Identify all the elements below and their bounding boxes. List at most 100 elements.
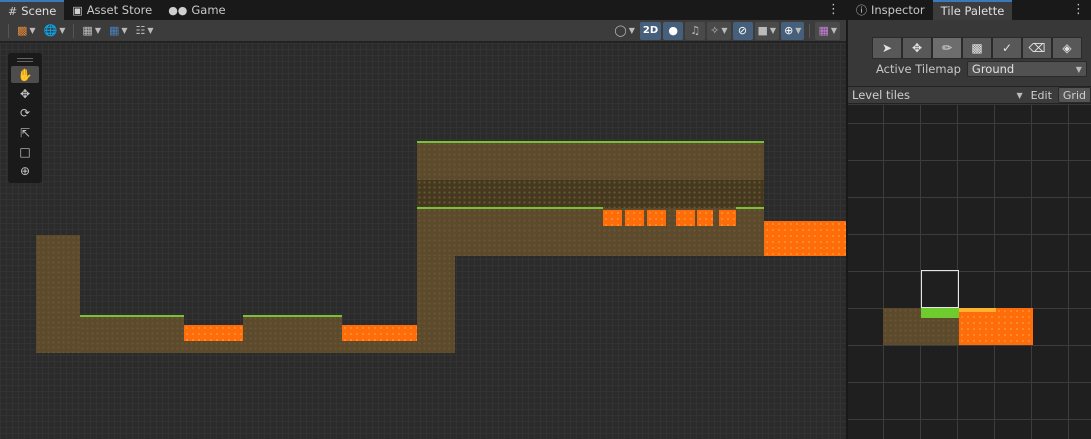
chevron-down-icon: ▼ [795,26,802,35]
increment-snap-dropdown[interactable]: ☷ ▼ [133,22,157,40]
grass-edge [736,207,764,209]
edit-button[interactable]: Edit [1027,87,1056,103]
palette-name[interactable]: Level tiles [852,88,910,102]
tab-tile-palette[interactable]: Tile Palette [932,0,1013,20]
brush-icon: ✏ [941,41,953,55]
lighting-toggle[interactable]: ● [663,21,684,40]
select-tool-button[interactable]: ➤ [872,37,902,59]
hand-icon: ✋ [17,67,33,82]
ground-tile-block [36,235,80,353]
mode-2d-button[interactable]: 2D [639,21,662,40]
palette-tile-dirt[interactable] [883,308,921,345]
grass-edge [243,315,342,317]
arrow-icon: ➤ [881,41,893,55]
rotate-tool-button[interactable]: ⟳ [11,105,39,122]
gizmos-dropdown[interactable]: ⊕ ▼ [781,21,805,40]
draw-mode-dropdown[interactable]: ▩ ▼ [14,22,39,40]
grid-visibility-dropdown[interactable]: ▦ ▼ [106,22,131,40]
chevron-down-icon: ▼ [29,26,36,35]
scene-tools-overlay: ✋ ✥ ⟳ ⇱ □ ⊕ [8,53,42,183]
effects-icon: ✧ [710,24,720,37]
grass-edge [80,315,184,317]
gamepad-icon: ●● [168,3,188,17]
palette-more-menu-icon[interactable]: ⋮ [1072,2,1085,17]
grid-snap-dropdown[interactable]: ▦ ▼ [79,22,104,40]
bucket-icon: ◈ [1062,41,1072,55]
draw-mode-icon: ▩ [17,24,28,37]
background-tile-block [417,180,764,208]
scene-viewport[interactable]: ✋ ✥ ⟳ ⇱ □ ⊕ [0,43,846,439]
chevron-down-icon: ▼ [769,26,777,35]
ground-tile-block [417,142,764,180]
ground-tile-block [243,316,342,353]
grid-button[interactable]: Grid [1057,87,1091,103]
transform-tool-button[interactable]: ⊕ [11,163,39,180]
grid-snap-icon: ▦ [82,24,93,37]
move-tool-button[interactable]: ✥ [11,85,39,102]
scale-tool-button[interactable]: ⇱ [11,124,39,141]
scene-visibility-dropdown[interactable]: ▦ ▼ [815,21,840,40]
active-tilemap-row: Active Tilemap Ground ▼ [876,61,1087,77]
active-tilemap-dropdown[interactable]: Ground ▼ [966,61,1087,77]
rect-icon: □ [19,144,31,159]
chevron-down-icon: ▼ [1075,64,1082,74]
ground-tile-block [417,256,455,353]
tab-scene[interactable]: # Scene [0,0,65,20]
move-icon: ✥ [911,41,923,55]
palette-tabbar: ⓘ Inspector Tile Palette ⋮ [848,0,1091,20]
rect-tool-button[interactable]: □ [11,143,39,160]
lava-tile-block [342,325,417,341]
lava-tile-block [764,221,846,256]
global-local-dropdown[interactable]: 🌐 ▼ [41,22,69,40]
tab-game[interactable]: ●● Game [160,0,233,20]
lava-tile-block [676,210,695,226]
globe-icon: 🌐 [43,24,58,37]
light-bulb-icon: ● [668,24,678,37]
shading-sphere-icon: ◯ [614,24,627,37]
palette-grid[interactable] [848,105,1091,439]
palette-tile-lava[interactable] [996,308,1033,345]
chevron-down-icon: ▼ [830,26,837,35]
tile-palette-panel: ⓘ Inspector Tile Palette ⋮ ➤ ✥ ✏ ▩ ✓ ⌫ ◈… [846,0,1091,439]
active-tilemap-label: Active Tilemap [876,62,961,76]
hand-tool-button[interactable]: ✋ [11,65,39,84]
tab-inspector[interactable]: ⓘ Inspector [848,0,933,20]
eyedropper-icon: ✓ [1001,41,1013,55]
box-fill-button[interactable]: ▩ [962,37,992,59]
scene-tabbar: # Scene ▣ Asset Store ●● Game ⋮ [0,0,846,20]
chevron-down-icon: ▼ [628,26,635,35]
flood-fill-button[interactable]: ◈ [1052,37,1082,59]
transform-icon: ⊕ [19,164,31,179]
chevron-down-icon: ▼ [721,26,728,35]
shading-mode-dropdown[interactable]: ◯ ▼ [611,22,637,40]
paint-brush-button[interactable]: ✏ [932,37,962,59]
effects-dropdown[interactable]: ✧ ▼ [707,21,731,40]
tab-asset-store[interactable]: ▣ Asset Store [64,0,160,20]
scene-panel: # Scene ▣ Asset Store ●● Game ⋮ ▩ ▼ 🌐 ▼ ▦ ▼… [0,0,846,439]
ground-tile-block [80,316,184,353]
grass-edge [417,141,764,143]
ground-tile-block [184,341,243,353]
audio-toggle[interactable]: ♫ [685,21,706,40]
lava-tile-block [184,325,243,341]
eraser-icon: ⌫ [1028,41,1046,55]
palette-dropdown[interactable]: ▼ [1010,87,1026,103]
eye-slash-icon: ⊘ [737,24,748,37]
chevron-down-icon: ▼ [94,26,101,35]
palette-bar: Level tiles ▼ Edit Grid [848,86,1091,104]
hidden-objects-toggle[interactable]: ⊘ [732,21,753,40]
move-icon: ✥ [19,86,31,101]
lava-edge [959,308,996,312]
layers-icon: ▦ [818,24,829,37]
paint-tools: ➤ ✥ ✏ ▩ ✓ ⌫ ◈ [872,37,1082,59]
grid-visibility-icon: ▦ [108,24,120,37]
picker-button[interactable]: ✓ [992,37,1022,59]
chevron-down-icon: ▼ [59,26,66,35]
camera-dropdown[interactable]: ■ ▼ [754,21,780,40]
lava-tile-block [647,210,666,226]
scene-more-menu-icon[interactable]: ⋮ [827,2,840,17]
overlay-grip[interactable] [17,58,33,62]
move-tool-button[interactable]: ✥ [902,37,932,59]
eraser-button[interactable]: ⌫ [1022,37,1052,59]
palette-tile-lava-top[interactable] [959,308,996,345]
